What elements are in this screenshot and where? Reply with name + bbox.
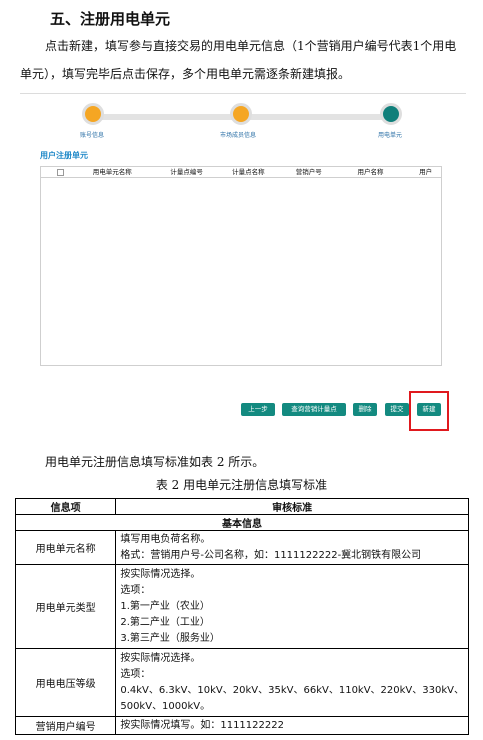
row-standard: 按实际情况选择。 选项： 0.4kV、6.3kV、10kV、20kV、35kV、… bbox=[115, 648, 469, 717]
row-standard: 填写用电负荷名称。 格式：营销用户号-公司名称，如：1111122222-冀北钢… bbox=[115, 530, 469, 565]
section-label: 基本信息 bbox=[15, 514, 469, 531]
step-2-label: 市场成员信息 bbox=[220, 132, 257, 139]
grid-col-header[interactable]: 计量点编号 bbox=[170, 167, 232, 177]
row-line: 选项： bbox=[120, 584, 151, 596]
table-header-row: 信息项 审核标准 bbox=[14, 498, 469, 515]
embedded-screenshot: 账号信息 市场成员信息 用电单元 用户注册单元 用电单元名称 计量点编号 计量点… bbox=[20, 93, 466, 438]
query-meter-point-button[interactable]: 查询营销计量点 bbox=[282, 403, 346, 416]
row-item: 营销用户编号 bbox=[14, 716, 117, 735]
table-row: 用电单元类型 按实际情况选择。 选项： 1.第一产业（农业） 2.第二产业（工业… bbox=[14, 564, 469, 649]
unit-grid: 用电单元名称 计量点编号 计量点名称 营销户号 用户名称 用户 bbox=[40, 166, 442, 366]
row-item: 用电单元类型 bbox=[14, 564, 117, 649]
table-caption: 表 2 用电单元注册信息填写标准 bbox=[155, 478, 328, 492]
prev-step-button[interactable]: 上一步 bbox=[241, 403, 275, 416]
grid-col-header[interactable]: 用电单元名称 bbox=[81, 167, 171, 177]
table-row: 营销用户编号 按实际情况填写。如：1111122222 bbox=[14, 716, 469, 735]
table-row: 用电单元名称 填写用电负荷名称。 格式：营销用户号-公司名称，如：1111122… bbox=[14, 530, 469, 565]
standard-table: 信息项 审核标准 基本信息 用电单元名称 填写用电负荷名称。 格式：营销用户号-… bbox=[14, 498, 469, 735]
delete-button[interactable]: 删除 bbox=[353, 403, 377, 416]
header-item: 信息项 bbox=[14, 498, 117, 515]
row-line: 2.第二产业（工业） bbox=[120, 616, 210, 628]
panel-title: 用户注册单元 bbox=[40, 151, 88, 160]
row-item: 用电电压等级 bbox=[14, 648, 117, 717]
table-reference-paragraph: 用电单元注册信息填写标准如表 2 所示。 bbox=[45, 455, 265, 469]
grid-col-header[interactable]: 用户 bbox=[419, 167, 441, 177]
row-line: 按实际情况填写。如：1111122222 bbox=[120, 719, 284, 731]
select-all-checkbox[interactable] bbox=[41, 167, 81, 177]
grid-col-header[interactable]: 营销户号 bbox=[296, 167, 358, 177]
row-item: 用电单元名称 bbox=[14, 530, 117, 565]
row-line: 3.第三产业（服务业） bbox=[120, 632, 220, 644]
step-1-circle bbox=[82, 103, 104, 125]
row-line: 按实际情况选择。 bbox=[120, 652, 201, 664]
intro-paragraph: 点击新建，填写参与直接交易的用电单元信息（1个营销用户编号代表1个用电单元），填… bbox=[20, 39, 457, 81]
row-line: 0.4kV、6.3kV、10kV、20kV、35kV、66kV、110kV、22… bbox=[120, 684, 464, 696]
step-1-label: 账号信息 bbox=[80, 132, 105, 139]
row-line: 按实际情况选择。 bbox=[120, 568, 201, 580]
table-row: 用电电压等级 按实际情况选择。 选项： 0.4kV、6.3kV、10kV、20k… bbox=[14, 648, 469, 717]
row-standard: 按实际情况选择。 选项： 1.第一产业（农业） 2.第二产业（工业） 3.第三产… bbox=[115, 564, 469, 649]
grid-col-header[interactable]: 计量点名称 bbox=[232, 167, 296, 177]
step-3-label: 用电单元 bbox=[378, 132, 403, 139]
row-line: 格式：营销用户号-公司名称，如：1111122222-冀北钢铁有限公司 bbox=[120, 549, 422, 561]
grid-col-header[interactable]: 用户名称 bbox=[357, 167, 419, 177]
section-heading: 五、注册用电单元 bbox=[50, 10, 171, 28]
row-line: 选项： bbox=[120, 668, 151, 680]
step-3-circle bbox=[380, 103, 402, 125]
submit-button[interactable]: 提交 bbox=[385, 403, 409, 416]
row-line: 500kV、1000kV。 bbox=[120, 700, 211, 712]
header-standard: 审核标准 bbox=[115, 498, 469, 515]
table-section-row: 基本信息 bbox=[15, 514, 469, 531]
row-standard: 按实际情况填写。如：1111122222 bbox=[115, 716, 469, 735]
row-line: 填写用电负荷名称。 bbox=[120, 533, 211, 545]
grid-header: 用电单元名称 计量点编号 计量点名称 营销户号 用户名称 用户 bbox=[41, 167, 441, 178]
new-button-highlight-box bbox=[409, 391, 449, 431]
row-line: 1.第一产业（农业） bbox=[120, 600, 210, 612]
step-2-circle bbox=[230, 103, 252, 125]
